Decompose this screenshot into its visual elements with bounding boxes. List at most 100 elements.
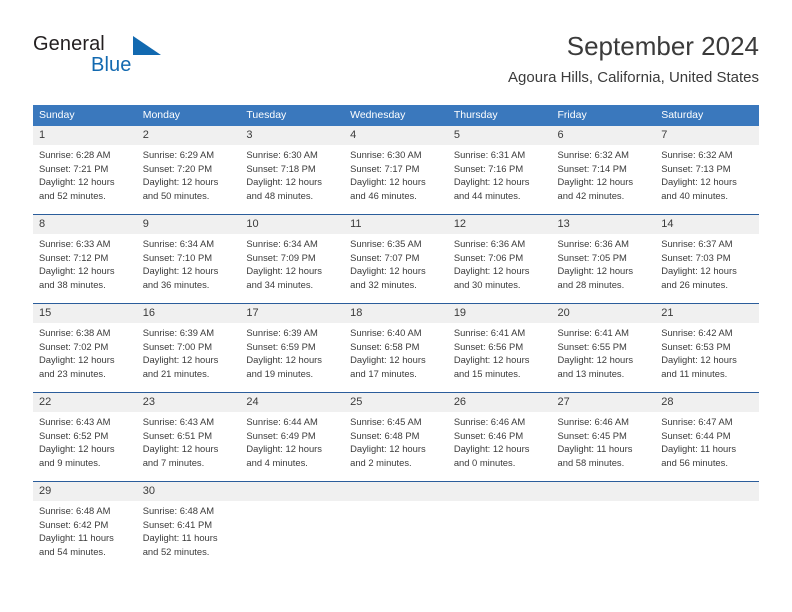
weekday-header-sunday: Sunday: [33, 105, 137, 126]
brand-logo[interactable]: General Blue: [33, 33, 213, 81]
sunrise-text: Sunrise: 6:41 AM: [453, 327, 526, 338]
day-cell[interactable]: 27 Sunrise: 6:46 AM Sunset: 6:45 PM Dayl…: [551, 392, 656, 482]
sunset-text: Sunset: 7:14 PM: [557, 162, 627, 174]
daylight-text-line2: and 56 minutes.: [661, 456, 728, 468]
sunset-text: Sunset: 6:56 PM: [453, 340, 524, 352]
day-cell[interactable]: 2 Sunrise: 6:29 AM Sunset: 7:20 PM Dayli…: [136, 126, 241, 215]
day-number: 25: [344, 393, 448, 412]
day-cell[interactable]: 26 Sunrise: 6:46 AM Sunset: 6:46 PM Dayl…: [447, 392, 552, 482]
day-cell[interactable]: 5 Sunrise: 6:31 AM Sunset: 7:16 PM Dayli…: [447, 126, 552, 215]
day-cell[interactable]: 14 Sunrise: 6:37 AM Sunset: 7:03 PM Dayl…: [655, 214, 759, 304]
daylight-text-line2: and 44 minutes.: [453, 189, 521, 201]
sunset-text: Sunset: 6:53 PM: [661, 340, 731, 352]
day-cell[interactable]: 25 Sunrise: 6:45 AM Sunset: 6:48 PM Dayl…: [344, 392, 448, 482]
sunrise-text: Sunrise: 6:41 AM: [557, 327, 629, 338]
day-cell[interactable]: 7 Sunrise: 6:32 AM Sunset: 7:13 PM Dayli…: [655, 126, 759, 215]
sunset-text: Sunset: 7:03 PM: [661, 251, 731, 263]
sunrise-text: Sunrise: 6:46 AM: [453, 416, 526, 427]
sunset-text: Sunset: 7:07 PM: [350, 251, 420, 263]
day-cell[interactable]: 15 Sunrise: 6:38 AM Sunset: 7:02 PM Dayl…: [33, 303, 137, 393]
daylight-text-line1: Daylight: 12 hours: [246, 176, 322, 188]
day-cell[interactable]: 30 Sunrise: 6:48 AM Sunset: 6:41 PM Dayl…: [136, 481, 241, 570]
day-details: Sunrise: 6:43 AM Sunset: 6:51 PM Dayligh…: [137, 412, 241, 481]
daylight-text-line2: and 13 minutes.: [557, 367, 625, 379]
day-cell[interactable]: 3 Sunrise: 6:30 AM Sunset: 7:18 PM Dayli…: [240, 126, 345, 215]
sunrise-text: Sunrise: 6:48 AM: [39, 505, 111, 516]
day-number: 30: [136, 482, 241, 501]
day-cell[interactable]: 10 Sunrise: 6:34 AM Sunset: 7:09 PM Dayl…: [240, 214, 345, 304]
day-cell[interactable]: 22 Sunrise: 6:43 AM Sunset: 6:52 PM Dayl…: [33, 392, 137, 482]
day-number: [344, 482, 448, 501]
daylight-text-line1: Daylight: 11 hours: [557, 443, 633, 455]
sunset-text: Sunset: 7:10 PM: [142, 251, 213, 263]
daylight-text-line1: Daylight: 12 hours: [39, 176, 115, 188]
day-cell[interactable]: 1 Sunrise: 6:28 AM Sunset: 7:21 PM Dayli…: [33, 126, 137, 215]
day-number: 5: [447, 126, 552, 145]
day-details: [655, 501, 759, 570]
day-cell[interactable]: 9 Sunrise: 6:34 AM Sunset: 7:10 PM Dayli…: [136, 214, 241, 304]
sunset-text: Sunset: 7:16 PM: [453, 162, 524, 174]
daylight-text-line2: and 21 minutes.: [142, 367, 210, 379]
day-cell[interactable]: 12 Sunrise: 6:36 AM Sunset: 7:06 PM Dayl…: [447, 214, 552, 304]
daylight-text-line1: Daylight: 12 hours: [142, 354, 219, 366]
week-row: 22 Sunrise: 6:43 AM Sunset: 6:52 PM Dayl…: [33, 392, 759, 482]
sunset-text: Sunset: 6:45 PM: [557, 429, 627, 441]
day-cell[interactable]: 11 Sunrise: 6:35 AM Sunset: 7:07 PM Dayl…: [344, 214, 448, 304]
day-number: 24: [240, 393, 345, 412]
day-cell[interactable]: 16 Sunrise: 6:39 AM Sunset: 7:00 PM Dayl…: [136, 303, 241, 393]
day-cell[interactable]: 13 Sunrise: 6:36 AM Sunset: 7:05 PM Dayl…: [551, 214, 656, 304]
daylight-text-line2: and 4 minutes.: [246, 456, 308, 468]
day-details: Sunrise: 6:37 AM Sunset: 7:03 PM Dayligh…: [655, 234, 759, 303]
day-details: Sunrise: 6:47 AM Sunset: 6:44 PM Dayligh…: [655, 412, 759, 481]
daylight-text-line1: Daylight: 12 hours: [350, 443, 426, 455]
daylight-text-line2: and 46 minutes.: [350, 189, 417, 201]
day-cell[interactable]: 8 Sunrise: 6:33 AM Sunset: 7:12 PM Dayli…: [33, 214, 137, 304]
day-number: 3: [240, 126, 345, 145]
day-cell[interactable]: 28 Sunrise: 6:47 AM Sunset: 6:44 PM Dayl…: [655, 392, 759, 482]
day-number: [655, 482, 759, 501]
daylight-text-line1: Daylight: 12 hours: [246, 443, 322, 455]
day-cell-empty: [447, 481, 552, 570]
day-details: [552, 501, 656, 570]
day-cell[interactable]: 21 Sunrise: 6:42 AM Sunset: 6:53 PM Dayl…: [655, 303, 759, 393]
sunset-text: Sunset: 6:49 PM: [246, 429, 316, 441]
calendar-page: General Blue September 2024 Agoura Hills…: [0, 0, 792, 612]
day-cell-empty: [344, 481, 448, 570]
sunrise-text: Sunrise: 6:28 AM: [39, 149, 111, 160]
daylight-text-line2: and 48 minutes.: [246, 189, 314, 201]
sunset-text: Sunset: 6:46 PM: [453, 429, 524, 441]
sunrise-text: Sunrise: 6:30 AM: [246, 149, 318, 160]
day-number: 2: [136, 126, 241, 145]
day-number: 12: [447, 215, 552, 234]
day-details: Sunrise: 6:48 AM Sunset: 6:42 PM Dayligh…: [33, 501, 137, 570]
day-details: Sunrise: 6:36 AM Sunset: 7:06 PM Dayligh…: [448, 234, 552, 303]
daylight-text-line2: and 40 minutes.: [661, 189, 728, 201]
sunset-text: Sunset: 6:41 PM: [142, 518, 213, 530]
day-cell[interactable]: 23 Sunrise: 6:43 AM Sunset: 6:51 PM Dayl…: [136, 392, 241, 482]
day-number: 26: [447, 393, 552, 412]
day-details: Sunrise: 6:32 AM Sunset: 7:13 PM Dayligh…: [655, 145, 759, 214]
brand-name-blue: Blue: [91, 54, 132, 76]
daylight-text-line2: and 2 minutes.: [350, 456, 412, 468]
daylight-text-line2: and 34 minutes.: [246, 278, 314, 290]
daylight-text-line2: and 9 minutes.: [39, 456, 101, 468]
day-cell[interactable]: 4 Sunrise: 6:30 AM Sunset: 7:17 PM Dayli…: [344, 126, 448, 215]
day-details: Sunrise: 6:39 AM Sunset: 6:59 PM Dayligh…: [240, 323, 344, 392]
daylight-text-line2: and 36 minutes.: [142, 278, 210, 290]
day-cell[interactable]: 29 Sunrise: 6:48 AM Sunset: 6:42 PM Dayl…: [33, 481, 137, 570]
daylight-text-line1: Daylight: 11 hours: [39, 532, 114, 544]
day-cell[interactable]: 18 Sunrise: 6:40 AM Sunset: 6:58 PM Dayl…: [344, 303, 448, 393]
sunrise-text: Sunrise: 6:34 AM: [142, 238, 215, 249]
day-cell[interactable]: 20 Sunrise: 6:41 AM Sunset: 6:55 PM Dayl…: [551, 303, 656, 393]
sunrise-text: Sunrise: 6:30 AM: [350, 149, 422, 160]
day-cell[interactable]: 17 Sunrise: 6:39 AM Sunset: 6:59 PM Dayl…: [240, 303, 345, 393]
day-cell[interactable]: 6 Sunrise: 6:32 AM Sunset: 7:14 PM Dayli…: [551, 126, 656, 215]
sunrise-text: Sunrise: 6:46 AM: [557, 416, 629, 427]
daylight-text-line1: Daylight: 12 hours: [557, 354, 634, 366]
day-cell[interactable]: 24 Sunrise: 6:44 AM Sunset: 6:49 PM Dayl…: [240, 392, 345, 482]
day-cell-empty: [655, 481, 759, 570]
day-details: Sunrise: 6:34 AM Sunset: 7:10 PM Dayligh…: [137, 234, 241, 303]
day-cell[interactable]: 19 Sunrise: 6:41 AM Sunset: 6:56 PM Dayl…: [447, 303, 552, 393]
day-details: Sunrise: 6:40 AM Sunset: 6:58 PM Dayligh…: [344, 323, 448, 392]
triangle-flag-icon: [133, 36, 161, 55]
